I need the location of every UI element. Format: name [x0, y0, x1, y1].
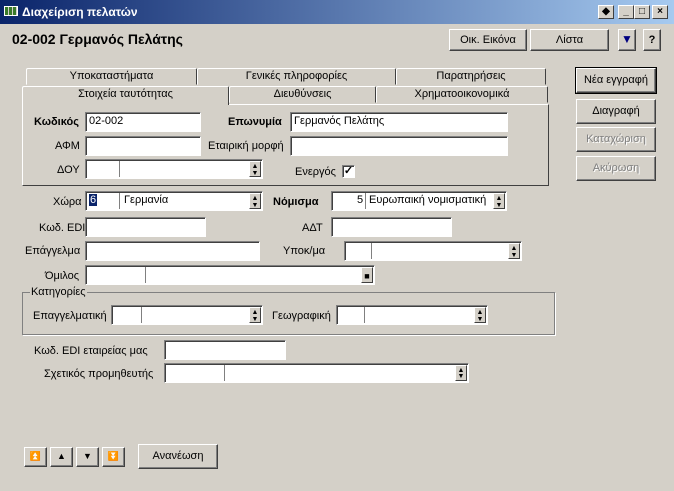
currency-name: Ευρωπαική νομισματική [369, 194, 487, 206]
profession-input[interactable] [85, 241, 260, 261]
sub-dropdown-icon[interactable]: ▲ ▼ [508, 243, 520, 259]
next-record-button[interactable]: ▼ [76, 447, 99, 467]
geographic-category-label: Γεωγραφική [272, 310, 331, 322]
country-dropdown-icon[interactable]: ▲ ▼ [249, 193, 261, 209]
professional-category-select[interactable]: ▲ ▼ [111, 305, 263, 325]
adt-input[interactable] [331, 217, 452, 237]
supplier-separator [224, 365, 225, 381]
last-record-button[interactable]: ⏬ [102, 447, 125, 467]
country-code: 6 [89, 194, 98, 206]
list-button[interactable]: Λίστα [530, 29, 609, 51]
professional-category-dropdown-icon[interactable]: ▲ ▼ [249, 307, 261, 323]
name-label: Επωνυμία [228, 116, 282, 128]
refresh-button[interactable]: Ανανέωση [138, 444, 218, 469]
pin-icon[interactable]: ◆ [598, 5, 614, 19]
company-edi-label: Κωδ. EDI εταιρείας μας [34, 345, 148, 357]
minimize-button[interactable]: _ [618, 5, 634, 19]
edi-label: Κωδ. EDI [39, 222, 86, 234]
first-record-icon: ⏫ [29, 451, 42, 461]
tab-financial[interactable]: Χρηματοοικονομικά [376, 86, 548, 103]
delete-button[interactable]: Διαγραφή [576, 99, 656, 124]
group-select[interactable]: ■ [85, 265, 375, 285]
geographic-category-select[interactable]: ▲ ▼ [336, 305, 488, 325]
country-name: Γερμανία [124, 194, 169, 206]
next-record-icon: ▼ [83, 451, 92, 461]
company-form-label: Εταιρική μορφή [208, 140, 284, 152]
supplier-select[interactable]: ▲ ▼ [164, 363, 469, 383]
geographic-category-separator [364, 307, 365, 323]
title-bar: Διαχείριση πελατών ◆ _ □ × [0, 0, 674, 24]
dropdown-arrow-icon[interactable]: ▼ [618, 29, 636, 51]
edi-input[interactable] [85, 217, 206, 237]
sub-label: Υποκ/μα [283, 245, 326, 257]
close-button[interactable]: × [652, 5, 668, 19]
new-record-button[interactable]: Νέα εγγραφή [575, 67, 657, 94]
doy-label: ΔΟΥ [57, 164, 80, 176]
company-edi-input[interactable] [164, 340, 286, 360]
tab-branches[interactable]: Υποκαταστήματα [26, 68, 197, 85]
supplier-lookup-icon[interactable]: ▲ ▼ [455, 365, 467, 381]
professional-category-separator [141, 307, 142, 323]
doy-separator [119, 161, 120, 177]
app-icon [4, 6, 18, 16]
group-label: Όμιλος [45, 270, 80, 282]
window-title: Διαχείριση πελατών [22, 5, 138, 19]
maximize-button[interactable]: □ [634, 5, 650, 19]
currency-dropdown-icon[interactable]: ▲ ▼ [493, 193, 505, 209]
page-title: 02-002 Γερμανός Πελάτης [12, 31, 183, 47]
doy-dropdown-icon[interactable]: ▲ ▼ [249, 161, 261, 177]
help-button[interactable]: ? [643, 29, 661, 51]
group-lookup-icon[interactable]: ■ [361, 267, 373, 283]
tab-general-info[interactable]: Γενικές πληροφορίες [197, 68, 396, 85]
currency-code: 5 [357, 194, 364, 206]
name-input[interactable]: Γερμανός Πελάτης [290, 112, 508, 132]
geographic-category-dropdown-icon[interactable]: ▲ ▼ [474, 307, 486, 323]
sub-separator [371, 243, 372, 259]
previous-record-icon: ▲ [57, 451, 66, 461]
tab-notes[interactable]: Παρατηρήσεις [396, 68, 546, 85]
currency-label: Νόμισμα [273, 196, 319, 208]
active-checkbox[interactable]: ✓ [342, 165, 355, 178]
company-form-input[interactable] [290, 136, 508, 156]
tab-addresses[interactable]: Διευθύνσεις [229, 86, 376, 103]
code-input[interactable]: 02-002 [85, 112, 201, 132]
tab-identity[interactable]: Στοιχεία ταυτότητας [22, 86, 229, 105]
country-label: Χώρα [53, 196, 82, 208]
group-separator [145, 267, 146, 283]
afm-input[interactable] [85, 136, 201, 156]
supplier-label: Σχετικός προμηθευτής [44, 368, 154, 380]
sub-select[interactable]: ▲ ▼ [344, 241, 522, 261]
adt-label: ΑΔΤ [302, 222, 323, 234]
family-picture-button[interactable]: Οικ. Εικόνα [449, 29, 527, 51]
profession-label: Επάγγελμα [25, 245, 81, 257]
currency-select[interactable]: 5 Ευρωπαική νομισματική ▲ ▼ [331, 191, 507, 211]
last-record-icon: ⏬ [107, 451, 120, 461]
categories-title: Κατηγορίες [30, 286, 87, 298]
country-select[interactable]: 6 Γερμανία ▲ ▼ [85, 191, 263, 211]
cancel-button[interactable]: Ακύρωση [576, 156, 656, 181]
first-record-button[interactable]: ⏫ [24, 447, 47, 467]
save-button[interactable]: Καταχώριση [576, 127, 656, 152]
afm-label: ΑΦΜ [55, 140, 80, 152]
country-separator [119, 193, 120, 209]
code-label: Κωδικός [34, 116, 79, 128]
active-label: Ενεργός [295, 166, 336, 178]
professional-category-label: Επαγγελματική [33, 310, 107, 322]
doy-select[interactable]: ▲ ▼ [85, 159, 263, 179]
currency-separator [365, 193, 366, 209]
previous-record-button[interactable]: ▲ [50, 447, 73, 467]
